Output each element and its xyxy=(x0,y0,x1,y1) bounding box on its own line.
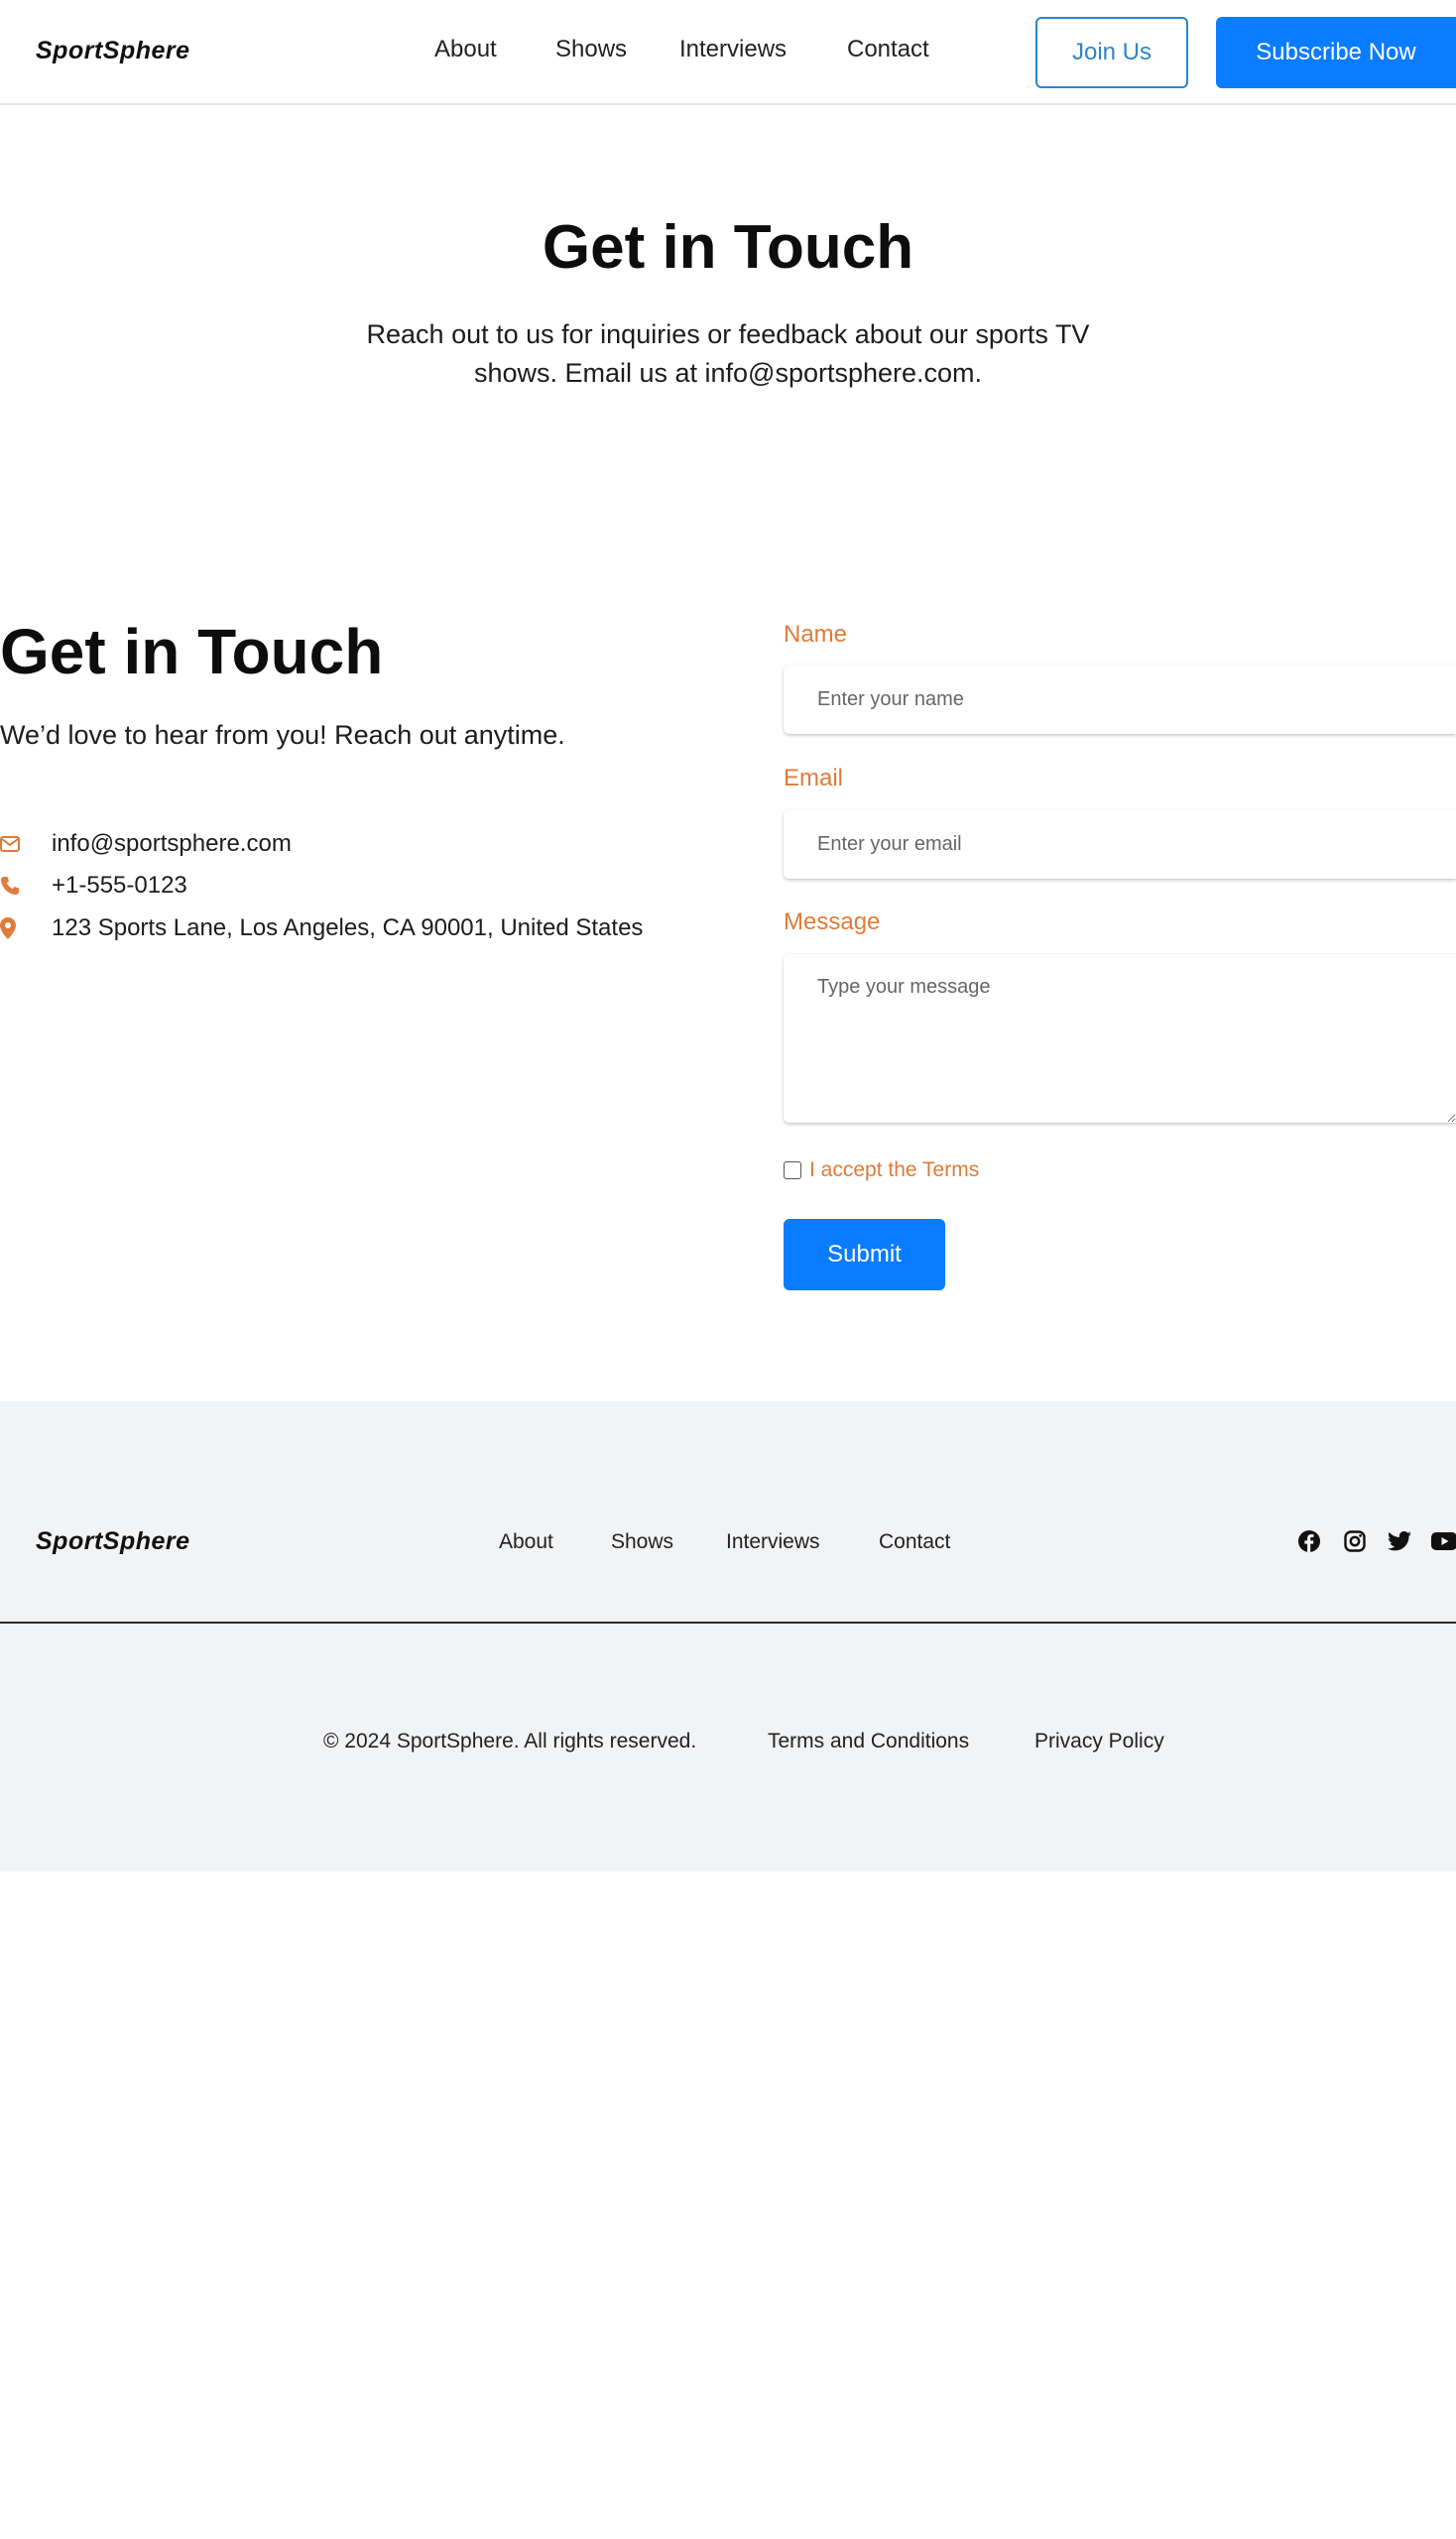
nav-link-about[interactable]: About xyxy=(434,36,497,63)
contact-phone[interactable]: +1-555-0123 xyxy=(52,872,187,900)
site-header: SportSphere About Shows Interviews Conta… xyxy=(0,0,1456,105)
nav-link-interviews[interactable]: Interviews xyxy=(679,36,787,63)
contact-email-row: info@sportsphere.com xyxy=(0,829,292,859)
map-pin-icon xyxy=(0,916,20,940)
email-input[interactable] xyxy=(784,809,1456,879)
nav-link-contact[interactable]: Contact xyxy=(847,36,929,63)
footer-logo[interactable]: SportSphere xyxy=(36,1527,190,1556)
contact-phone-row: +1-555-0123 xyxy=(0,871,187,901)
name-input[interactable] xyxy=(784,665,1456,734)
phone-icon xyxy=(0,874,20,898)
message-textarea[interactable] xyxy=(784,954,1456,1123)
contact-title: Get in Touch xyxy=(0,616,384,687)
hero-subtitle: Reach out to us for inquiries or feedbac… xyxy=(366,319,1090,388)
twitter-icon[interactable] xyxy=(1387,1528,1412,1554)
join-us-button[interactable]: Join Us xyxy=(1035,17,1188,88)
email-label: Email xyxy=(784,765,844,791)
subscribe-now-button[interactable]: Subscribe Now xyxy=(1216,17,1456,88)
contact-email[interactable]: info@sportsphere.com xyxy=(52,830,292,858)
terms-row: I accept the Terms xyxy=(784,1158,979,1182)
footer-link-interviews[interactable]: Interviews xyxy=(726,1530,820,1554)
nav-link-shows[interactable]: Shows xyxy=(555,36,627,63)
contact-subtitle: We’d love to hear from you! Reach out an… xyxy=(0,720,565,750)
instagram-icon[interactable] xyxy=(1342,1528,1368,1554)
site-footer: SportSphere About Shows Interviews Conta… xyxy=(0,1401,1456,1872)
facebook-icon[interactable] xyxy=(1296,1528,1322,1554)
footer-link-contact[interactable]: Contact xyxy=(879,1530,950,1554)
footer-link-about[interactable]: About xyxy=(499,1530,553,1554)
footer-link-shows[interactable]: Shows xyxy=(611,1530,673,1554)
contact-address: 123 Sports Lane, Los Angeles, CA 90001, … xyxy=(52,914,644,941)
terms-label[interactable]: I accept the Terms xyxy=(809,1158,979,1182)
submit-button[interactable]: Submit xyxy=(784,1219,945,1290)
contact-address-row: 123 Sports Lane, Los Angeles, CA 90001, … xyxy=(0,913,643,943)
privacy-link[interactable]: Privacy Policy xyxy=(1034,1730,1164,1753)
footer-top: SportSphere About Shows Interviews Conta… xyxy=(0,1401,1456,1622)
hero-title: Get in Touch xyxy=(542,213,914,282)
terms-link[interactable]: Terms and Conditions xyxy=(768,1730,969,1753)
name-label: Name xyxy=(784,621,848,648)
terms-checkbox[interactable] xyxy=(784,1161,801,1179)
envelope-icon xyxy=(0,832,20,856)
copyright-text: © 2024 SportSphere. All rights reserved. xyxy=(323,1730,697,1753)
message-label: Message xyxy=(784,908,881,935)
footer-divider xyxy=(0,1622,1456,1624)
youtube-icon[interactable] xyxy=(1431,1528,1456,1554)
